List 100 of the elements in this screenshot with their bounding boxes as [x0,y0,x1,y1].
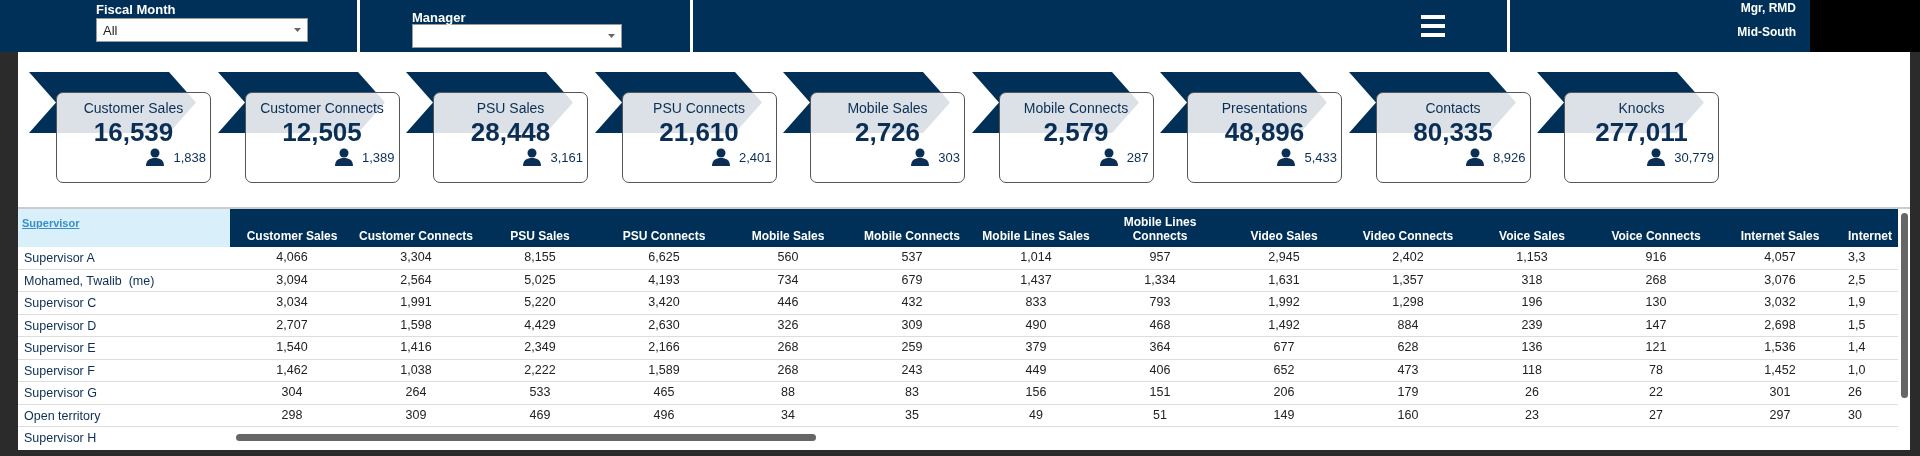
table-cell: 628 [1346,337,1470,360]
table-cell: 734 [726,269,850,292]
table-cell: 318 [1470,269,1594,292]
kpi-count: 1,838 [173,149,206,165]
table-cell: 793 [1098,292,1222,315]
table-cell: 537 [850,247,974,270]
table-cell: 3,034 [230,292,354,315]
table-cell: 5,220 [478,292,602,315]
table-cell: 1,5 [1842,314,1898,337]
table-cell: 2,945 [1222,247,1346,270]
column-header: Video Connects [1346,209,1470,247]
table-cell: 884 [1346,314,1470,337]
table-cell: 677 [1222,337,1346,360]
kpi-count: 287 [1126,149,1149,165]
table-cell: 1,992 [1222,292,1346,315]
table-cell: 1,416 [354,337,478,360]
table-cell: 679 [850,269,974,292]
table-cell: 26 [1470,382,1594,405]
table-cell: 1,492 [1222,314,1346,337]
supervisor-name: Supervisor H [18,427,230,449]
table-cell: 560 [726,247,850,270]
kpi-title: Contacts [1425,100,1481,116]
table-cell: 2,166 [602,337,726,360]
table-cell: 22 [1594,382,1718,405]
kpi-value: 12,505 [282,117,362,148]
kpi-value: 28,448 [470,117,551,148]
table-cell: 1,437 [974,269,1098,292]
supervisor-name: Supervisor F [18,359,230,382]
table-cell: 3,3 [1842,247,1898,270]
table-cell: 1,598 [354,314,478,337]
table-cell: 916 [1594,247,1718,270]
kpi-title: Customer Connects [260,100,384,116]
table-cell: 239 [1470,314,1594,337]
person-icon [1464,148,1485,166]
table-cell: 469 [478,404,602,427]
column-header: Voice Connects [1594,209,1718,247]
table-cell: 449 [974,359,1098,382]
table-cell: 35 [850,404,974,427]
scrollbar[interactable] [236,434,816,441]
table-cell: 406 [1098,359,1222,382]
column-header: PSU Sales [478,209,602,247]
person-icon [1646,148,1667,166]
table-cell: 2,698 [1718,314,1842,337]
table-cell: 3,420 [602,292,726,315]
table-cell: 1,334 [1098,269,1222,292]
table-cell: 78 [1594,359,1718,382]
table-cell: 151 [1098,382,1222,405]
table-cell: 533 [478,382,602,405]
table-cell: 4,429 [478,314,602,337]
table-cell: 1,631 [1222,269,1346,292]
kpi-count: 3,161 [550,149,583,165]
table-cell: 301 [1718,382,1842,405]
menu-icon[interactable] [1421,15,1445,37]
person-icon [1276,148,1297,166]
table-cell: 432 [850,292,974,315]
table-cell: 206 [1222,382,1346,405]
table-cell: 264 [354,382,478,405]
table-cell: 30 [1842,404,1898,427]
table-cell: 83 [850,382,974,405]
table-cell: 496 [602,404,726,427]
column-header: Internet [1842,209,1898,247]
table-cell: 1,357 [1346,269,1470,292]
table-cell: 297 [1718,404,1842,427]
table-cell: 4,193 [602,269,726,292]
table-cell: 304 [230,382,354,405]
scrollbar[interactable] [1901,213,1908,398]
dropdown[interactable]: All [96,18,308,42]
header-info: Mgr, RMD [1740,1,1796,15]
kpi-title: Knocks [1618,100,1665,116]
supervisor-name: Supervisor G [18,382,230,405]
table-cell: 149 [1222,404,1346,427]
kpi-title: Customer Sales [83,100,184,116]
header-info: Mid-South [1737,25,1796,39]
table-cell: 379 [974,337,1098,360]
table-cell: 27 [1594,404,1718,427]
column-header: Customer Sales [230,209,354,247]
kpi-title: Mobile Connects [1023,100,1129,116]
table-cell: 243 [850,359,974,382]
table-cell: 309 [850,314,974,337]
table-cell: 3,094 [230,269,354,292]
caret-icon [294,28,301,32]
table-cell: 1,038 [354,359,478,382]
table-cell: 2,707 [230,314,354,337]
table-cell: 259 [850,337,974,360]
table-cell: 1,153 [1470,247,1594,270]
table-cell: 1,298 [1346,292,1470,315]
table-cell: 121 [1594,337,1718,360]
person-icon [522,148,543,166]
table-cell: 4,066 [230,247,354,270]
column-header: Mobile Sales [726,209,850,247]
table-cell: 2,630 [602,314,726,337]
column-header: PSU Connects [602,209,726,247]
dropdown[interactable] [412,24,622,48]
column-header: Video Sales [1222,209,1346,247]
table-cell: 326 [726,314,850,337]
table-cell: 309 [354,404,478,427]
column-header: Internet Sales [1718,209,1842,247]
table-cell: 652 [1222,359,1346,382]
column-header: Mobile Lines Connects [1098,209,1222,247]
supervisor-name: Supervisor C [18,292,230,315]
